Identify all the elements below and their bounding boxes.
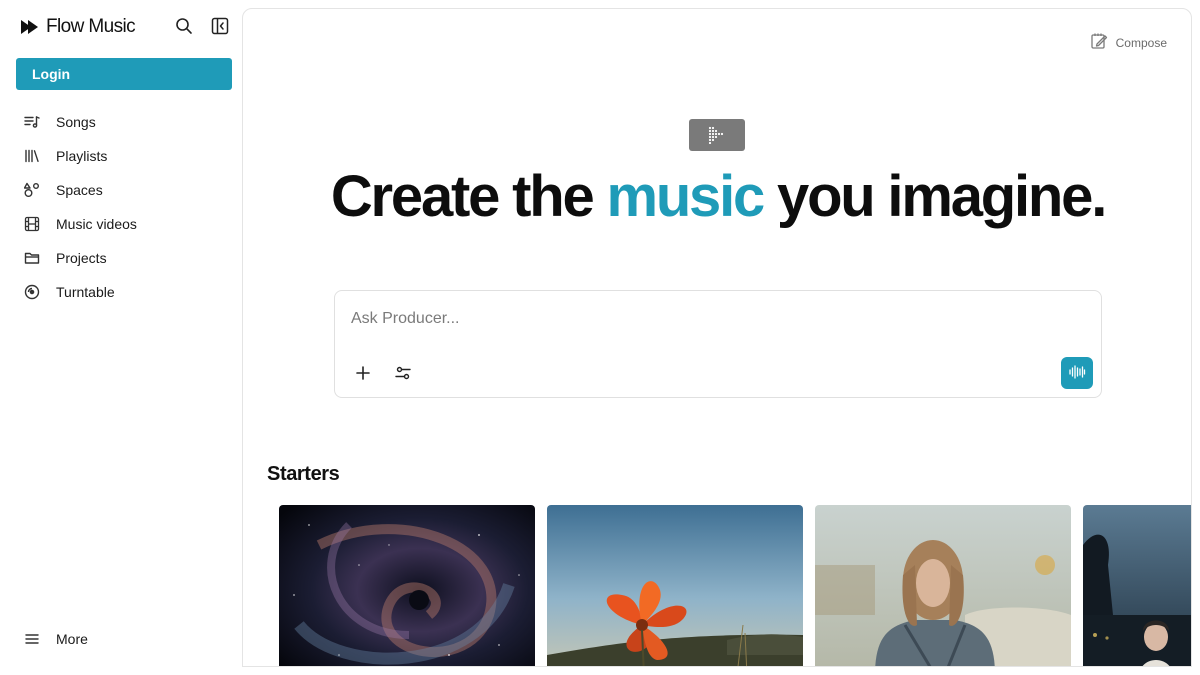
sidebar-item-spaces[interactable]: Spaces	[16, 173, 232, 207]
sidebar-item-label: Spaces	[56, 182, 103, 198]
sidebar-nav: Songs Playlists Spaces Music videos Proj…	[16, 105, 232, 309]
starter-card[interactable]	[1083, 505, 1191, 666]
sidebar-item-projects[interactable]: Projects	[16, 241, 232, 275]
search-icon[interactable]	[174, 16, 194, 36]
film-icon	[24, 216, 40, 232]
sidebar-item-label: Songs	[56, 114, 96, 130]
producer-prompt-box	[334, 290, 1102, 398]
shapes-icon	[24, 182, 40, 198]
hero-title-before: Create the	[330, 164, 607, 229]
brand-row: Flow Music	[20, 14, 230, 40]
compose-icon	[1090, 32, 1108, 55]
cosmic-swirl-image	[279, 505, 535, 666]
producer-prompt-input[interactable]	[351, 307, 1051, 331]
sidebar-item-music-videos[interactable]: Music videos	[16, 207, 232, 241]
flow-badge-icon	[689, 119, 745, 151]
starter-card[interactable]	[815, 505, 1071, 666]
sidebar: Flow Music Login Songs Playlists Spaces …	[0, 0, 242, 675]
sidebar-item-turntable[interactable]: Turntable	[16, 275, 232, 309]
sidebar-item-label: Turntable	[56, 284, 115, 300]
compose-button[interactable]: Compose	[1090, 33, 1167, 53]
starters-heading: Starters	[267, 463, 340, 485]
more-label: More	[56, 631, 88, 647]
sidebar-item-playlists[interactable]: Playlists	[16, 139, 232, 173]
main-panel: Compose Create the music you imagine. As…	[242, 8, 1192, 667]
library-icon	[24, 148, 40, 164]
starter-card[interactable]	[279, 505, 535, 666]
sidebar-item-songs[interactable]: Songs	[16, 105, 232, 139]
songs-icon	[24, 114, 40, 130]
hero-title-accent: music	[606, 164, 765, 229]
app-window: Flow Music Login Songs Playlists Spaces …	[0, 0, 1200, 675]
sidebar-item-label: Playlists	[56, 148, 108, 164]
woman-with-car-image	[815, 505, 1071, 666]
collapse-sidebar-icon[interactable]	[210, 16, 230, 36]
orange-flower-image	[547, 505, 803, 666]
waveform-icon	[1068, 364, 1086, 383]
hero-title: Create the music you imagine.	[243, 163, 1191, 230]
settings-sliders-icon[interactable]	[391, 361, 415, 385]
play-forward-icon	[20, 18, 42, 36]
sidebar-item-label: Projects	[56, 250, 107, 266]
person-dusk-image	[1083, 505, 1191, 666]
starter-card[interactable]	[547, 505, 803, 666]
menu-icon	[24, 631, 40, 647]
starters-carousel	[279, 505, 1191, 666]
sidebar-item-label: Music videos	[56, 216, 137, 232]
compose-label: Compose	[1115, 36, 1167, 50]
hero-title-after: you imagine.	[763, 164, 1107, 229]
sidebar-item-more[interactable]: More	[16, 622, 232, 656]
disc-icon	[24, 284, 40, 300]
voice-input-button[interactable]	[1061, 357, 1093, 389]
add-icon[interactable]	[351, 361, 375, 385]
login-button[interactable]: Login	[16, 58, 232, 90]
brand-tools	[174, 16, 230, 36]
brand-name: Flow Music	[46, 16, 136, 37]
folder-icon	[24, 250, 40, 266]
